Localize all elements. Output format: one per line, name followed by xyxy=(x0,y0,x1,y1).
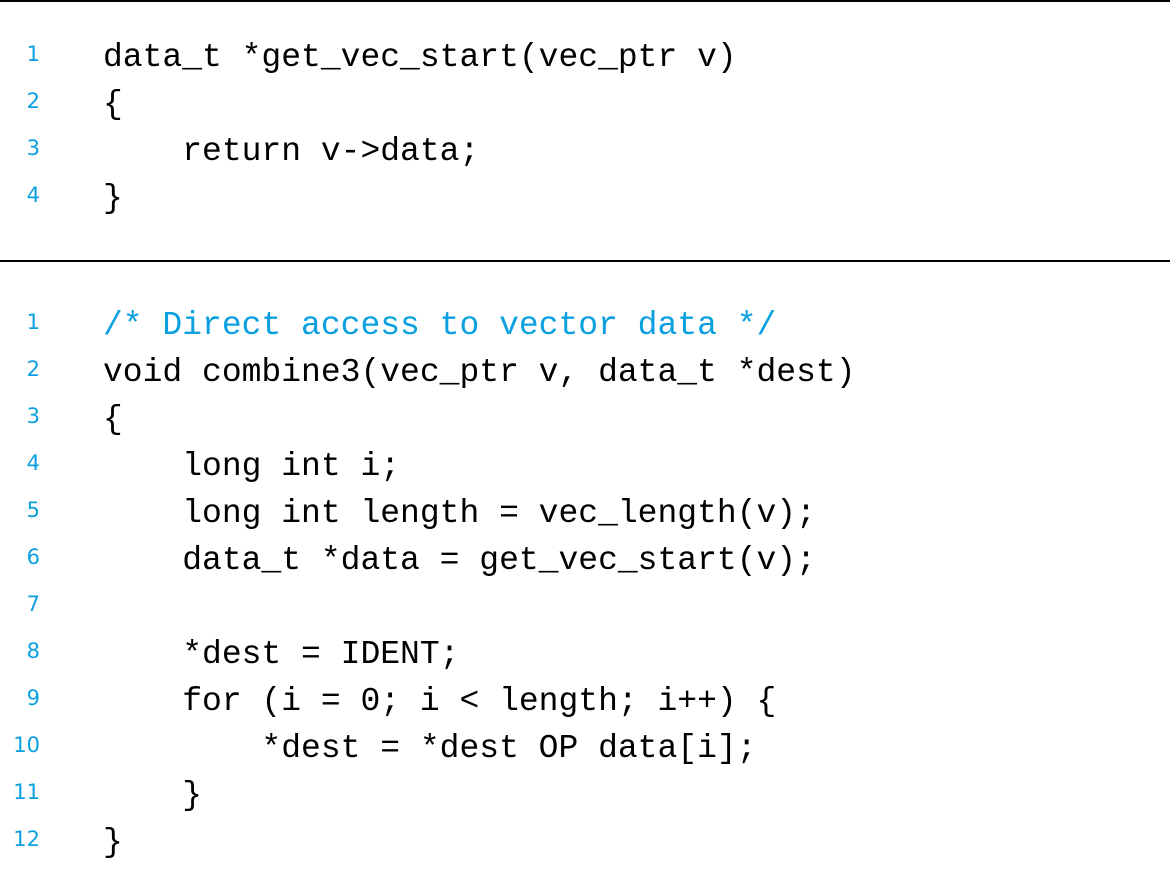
code-text: } xyxy=(103,824,123,861)
code-line: 2 { xyxy=(0,81,1170,128)
code-text: data_t *data = get_vec_start(v); xyxy=(103,542,816,579)
code-text: } xyxy=(103,777,203,814)
code-text: } xyxy=(103,180,123,217)
line-number: 6 xyxy=(26,545,40,569)
code-line: 4 long int i; xyxy=(0,443,1170,490)
code-text: long int i; xyxy=(103,448,401,485)
code-line: 6 data_t *data = get_vec_start(v); xyxy=(0,537,1170,584)
code-line: 10 *dest = *dest OP data[i]; xyxy=(0,725,1170,772)
code-text: { xyxy=(103,401,123,438)
line-number: 1 xyxy=(26,42,40,66)
code-text: *dest = *dest OP data[i]; xyxy=(103,730,757,767)
code-line: 8 *dest = IDENT; xyxy=(0,631,1170,678)
code-line: 4 } xyxy=(0,175,1170,222)
line-number: 3 xyxy=(26,136,40,160)
code-listing-get-vec-start: 1 data_t *get_vec_start(vec_ptr v) 2 { 3… xyxy=(0,34,1170,222)
code-line: 3 { xyxy=(0,396,1170,443)
code-text: void combine3(vec_ptr v, data_t *dest) xyxy=(103,354,856,391)
code-line: 1 data_t *get_vec_start(vec_ptr v) xyxy=(0,34,1170,81)
line-number: 9 xyxy=(26,686,40,710)
line-number: 8 xyxy=(26,639,40,663)
top-rule xyxy=(0,0,1170,2)
code-text: *dest = IDENT; xyxy=(103,636,460,673)
code-text: for (i = 0; i < length; i++) { xyxy=(103,683,777,720)
code-line: 2 void combine3(vec_ptr v, data_t *dest) xyxy=(0,349,1170,396)
code-comment: /* Direct access to vector data */ xyxy=(103,307,777,344)
code-text: return v->data; xyxy=(103,133,480,170)
line-number: 7 xyxy=(26,592,40,616)
code-text: long int length = vec_length(v); xyxy=(103,495,816,532)
line-number: 3 xyxy=(26,404,40,428)
code-line: 9 for (i = 0; i < length; i++) { xyxy=(0,678,1170,725)
code-line: 1 /* Direct access to vector data */ xyxy=(0,302,1170,349)
code-line: 7 xyxy=(0,584,1170,631)
line-number: 2 xyxy=(26,357,40,381)
code-text: data_t *get_vec_start(vec_ptr v) xyxy=(103,39,737,76)
separator-rule xyxy=(0,260,1170,262)
code-listing-combine3: 1 /* Direct access to vector data */ 2 v… xyxy=(0,302,1170,866)
code-text: { xyxy=(103,86,123,123)
code-line: 12 } xyxy=(0,819,1170,866)
line-number: 11 xyxy=(13,780,40,804)
line-number: 10 xyxy=(13,733,40,757)
line-number: 5 xyxy=(26,498,40,522)
line-number: 4 xyxy=(26,451,40,475)
code-line: 3 return v->data; xyxy=(0,128,1170,175)
code-line: 5 long int length = vec_length(v); xyxy=(0,490,1170,537)
code-line: 11 } xyxy=(0,772,1170,819)
line-number: 1 xyxy=(26,310,40,334)
line-number: 2 xyxy=(26,89,40,113)
line-number: 12 xyxy=(13,827,40,851)
line-number: 4 xyxy=(26,183,40,207)
